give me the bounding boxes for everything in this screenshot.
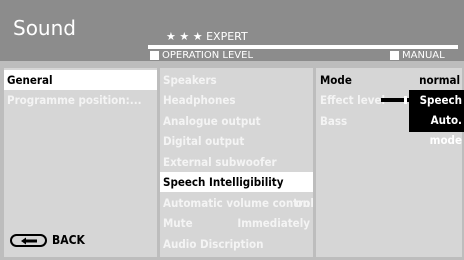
mute-value: Immediately [237, 216, 310, 230]
expert-level: ★ ★ ★ EXPERT [166, 30, 248, 43]
mode-label: Mode [320, 73, 352, 87]
menu-item-speakers[interactable]: Speakers [160, 70, 313, 90]
avc-value: on [295, 196, 310, 210]
square-icon [150, 51, 159, 60]
back-icon [10, 233, 47, 247]
dropdown-option-auto-mode[interactable]: Auto. mode [409, 110, 464, 147]
header-bar: Sound ★ ★ ★ EXPERT OPERATION LEVEL MANUA… [0, 0, 464, 61]
bass-label: Bass [320, 114, 348, 128]
menu-item-programme-position[interactable]: Programme position:... [4, 90, 157, 110]
mode-dropdown[interactable]: Speech Auto. mode [409, 90, 464, 147]
menu-item-automatic-volume-control[interactable]: Automatic volume control on [160, 193, 313, 213]
menu-item-speech-intelligibility[interactable]: Speech Intelligibility [160, 172, 313, 192]
menu-item-audio-description[interactable]: Audio Discription [160, 234, 313, 254]
menu-item-digital-output[interactable]: Digital output [160, 131, 313, 151]
manual-label: MANUAL [390, 50, 445, 61]
effect-level-label: Effect level [320, 93, 386, 107]
operation-level-label: OPERATION LEVEL [150, 50, 253, 61]
menu-item-general[interactable]: General [4, 70, 157, 90]
main-menu-column: General Programme position:... BACK [4, 68, 157, 257]
square-icon [390, 51, 399, 60]
menu-item-mute[interactable]: Mute Immediately [160, 213, 313, 233]
menu-item-headphones[interactable]: Headphones [160, 90, 313, 110]
page-title: Sound [13, 16, 76, 40]
expert-label: EXPERT [206, 30, 248, 43]
back-button[interactable]: BACK [8, 226, 161, 254]
back-label: BACK [52, 233, 85, 247]
star-icons: ★ ★ ★ [166, 30, 203, 43]
menu-item-external-subwoofer[interactable]: External subwoofer [160, 152, 313, 172]
mode-value[interactable]: normal [419, 70, 460, 90]
dropdown-option-speech[interactable]: Speech [409, 90, 464, 110]
sound-submenu-column: Speakers Headphones Analogue output Digi… [160, 68, 313, 257]
menu-item-analogue-output[interactable]: Analogue output [160, 111, 313, 131]
effect-level-slider-knob[interactable] [404, 96, 407, 104]
operation-level-bar [148, 45, 458, 49]
